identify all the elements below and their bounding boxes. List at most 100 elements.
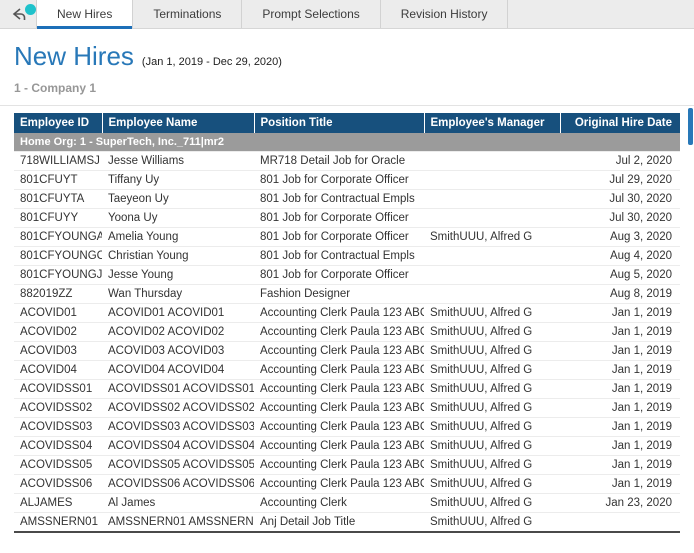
table-row[interactable]: ACOVIDSS05ACOVIDSS05 ACOVIDSS05Accountin… — [14, 455, 680, 474]
tab-label: New Hires — [57, 7, 112, 21]
table-row[interactable]: 882019ZZWan ThursdayFashion DesignerAug … — [14, 284, 680, 303]
cell-employee-id: 801CFYOUNGJ — [14, 265, 102, 284]
cell-employees-manager: SmithUUU, Alfred G — [424, 227, 560, 246]
title-line: New Hires (Jan 1, 2019 - Dec 29, 2020) — [14, 41, 680, 71]
tab-prompt-selections[interactable]: Prompt Selections — [242, 0, 380, 28]
page-header: New Hires (Jan 1, 2019 - Dec 29, 2020) 1… — [0, 29, 694, 106]
table-row[interactable]: ACOVID01ACOVID01 ACOVID01Accounting Cler… — [14, 303, 680, 322]
table-row[interactable]: ACOVIDSS01ACOVIDSS01 ACOVIDSS01Accountin… — [14, 379, 680, 398]
cell-position-title: Accounting Clerk Paula 123 ABC — [254, 398, 424, 417]
tab-new-hires[interactable]: New Hires — [36, 0, 133, 28]
cell-employee-name: ACOVID03 ACOVID03 — [102, 341, 254, 360]
cell-employees-manager: SmithUUU, Alfred G — [424, 474, 560, 493]
cell-employee-id: ACOVIDSS03 — [14, 417, 102, 436]
table-row[interactable]: 801CFUYYYoona Uy801 Job for Corporate Of… — [14, 208, 680, 227]
cell-employees-manager: SmithUUU, Alfred G — [424, 398, 560, 417]
table-row[interactable]: ACOVIDSS06ACOVIDSS06 ACOVIDSS06Accountin… — [14, 474, 680, 493]
column-header-employees-manager[interactable]: Employee's Manager — [424, 113, 560, 133]
cell-position-title: 801 Job for Corporate Officer — [254, 227, 424, 246]
cell-employees-manager — [424, 189, 560, 208]
cell-employee-name: Al James — [102, 493, 254, 512]
tab-label: Prompt Selections — [262, 7, 359, 21]
table-row[interactable]: ACOVIDSS03ACOVIDSS03 ACOVIDSS03Accountin… — [14, 417, 680, 436]
table-header-row: Employee IDEmployee NamePosition TitleEm… — [14, 113, 680, 133]
cell-employee-name: Taeyeon Uy — [102, 189, 254, 208]
table-row[interactable]: 801CFUYTATaeyeon Uy801 Job for Contractu… — [14, 189, 680, 208]
table-row[interactable]: AMSSNERN01AMSSNERN01 AMSSNERN01Anj Detai… — [14, 512, 680, 531]
cell-position-title: Accounting Clerk Paula 123 ABC — [254, 474, 424, 493]
group-header-label: Home Org: 1 - SuperTech, Inc._711|mr2 — [14, 133, 680, 151]
cell-original-hire-date: Jul 2, 2020 — [560, 151, 680, 170]
cell-employee-id: ACOVIDSS05 — [14, 455, 102, 474]
column-header-position-title[interactable]: Position Title — [254, 113, 424, 133]
table-row[interactable]: ACOVID03ACOVID03 ACOVID03Accounting Cler… — [14, 341, 680, 360]
tab-revision-history[interactable]: Revision History — [381, 0, 509, 28]
cell-employees-manager: SmithUUU, Alfred G — [424, 493, 560, 512]
cell-position-title: 801 Job for Contractual Empls — [254, 246, 424, 265]
table-row[interactable]: ACOVID02ACOVID02 ACOVID02Accounting Cler… — [14, 322, 680, 341]
cell-employee-name: AMSSNERN01 AMSSNERN01 — [102, 512, 254, 531]
cell-employee-name: ACOVIDSS04 ACOVIDSS04 — [102, 436, 254, 455]
table-row[interactable]: 801CFYOUNGAAmelia Young801 Job for Corpo… — [14, 227, 680, 246]
table-row[interactable]: ALJAMESAl JamesAccounting ClerkSmithUUU,… — [14, 493, 680, 512]
table-row[interactable]: 801CFUYTTiffany Uy801 Job for Corporate … — [14, 170, 680, 189]
cell-position-title: Accounting Clerk Paula 123 ABC — [254, 436, 424, 455]
cell-original-hire-date: Jan 1, 2019 — [560, 379, 680, 398]
cell-employee-id: 801CFUYT — [14, 170, 102, 189]
table-row[interactable]: 718WILLIAMSJJesse WilliamsMR718 Detail J… — [14, 151, 680, 170]
cell-employee-name: Wan Thursday — [102, 284, 254, 303]
column-header-original-hire-date[interactable]: Original Hire Date — [560, 113, 680, 133]
cell-employee-name: ACOVIDSS05 ACOVIDSS05 — [102, 455, 254, 474]
cell-original-hire-date: Jan 1, 2019 — [560, 303, 680, 322]
teal-notification-dot — [25, 4, 36, 15]
tab-terminations[interactable]: Terminations — [133, 0, 242, 28]
cell-employees-manager: SmithUUU, Alfred G — [424, 360, 560, 379]
cell-original-hire-date: Jan 1, 2019 — [560, 436, 680, 455]
cell-original-hire-date — [560, 512, 680, 531]
cell-position-title: 801 Job for Corporate Officer — [254, 170, 424, 189]
table-row[interactable]: 801CFYOUNGJJesse Young801 Job for Corpor… — [14, 265, 680, 284]
table-row[interactable]: 801CFYOUNGCChristian Young801 Job for Co… — [14, 246, 680, 265]
tab-label: Revision History — [401, 7, 488, 21]
cell-employee-id: ACOVID04 — [14, 360, 102, 379]
column-header-employee-name[interactable]: Employee Name — [102, 113, 254, 133]
cell-employee-name: ACOVIDSS01 ACOVIDSS01 — [102, 379, 254, 398]
cell-employees-manager: SmithUUU, Alfred G — [424, 417, 560, 436]
cell-original-hire-date: Jul 30, 2020 — [560, 189, 680, 208]
scrollbar-thumb[interactable] — [688, 108, 693, 145]
cell-position-title: Accounting Clerk Paula 123 ABC — [254, 322, 424, 341]
table-row[interactable]: ACOVID04ACOVID04 ACOVID04Accounting Cler… — [14, 360, 680, 379]
cell-employees-manager: SmithUUU, Alfred G — [424, 436, 560, 455]
cell-employee-name: Yoona Uy — [102, 208, 254, 227]
cell-employee-name: ACOVID04 ACOVID04 — [102, 360, 254, 379]
tab-bar: New Hires Terminations Prompt Selections Re… — [0, 0, 694, 29]
date-range: (Jan 1, 2019 - Dec 29, 2020) — [142, 56, 282, 68]
cell-position-title: Accounting Clerk Paula 123 ABC — [254, 303, 424, 322]
cell-employee-id: 801CFUYTA — [14, 189, 102, 208]
cell-employee-name: ACOVIDSS03 ACOVIDSS03 — [102, 417, 254, 436]
group-header-row: Home Org: 1 - SuperTech, Inc._711|mr2 — [14, 133, 680, 151]
table-row[interactable]: ACOVIDSS04ACOVIDSS04 ACOVIDSS04Accountin… — [14, 436, 680, 455]
company-subtitle: 1 - Company 1 — [14, 81, 680, 95]
cell-employee-name: ACOVIDSS06 ACOVIDSS06 — [102, 474, 254, 493]
cell-employees-manager — [424, 284, 560, 303]
table-body: Home Org: 1 - SuperTech, Inc._711|mr2 71… — [14, 133, 680, 531]
cell-employee-id: ACOVIDSS01 — [14, 379, 102, 398]
cell-employee-id: 718WILLIAMSJ — [14, 151, 102, 170]
column-header-employee-id[interactable]: Employee ID — [14, 113, 102, 133]
cell-employee-id: ACOVIDSS04 — [14, 436, 102, 455]
cell-employee-name: ACOVIDSS02 ACOVIDSS02 — [102, 398, 254, 417]
cell-position-title: Accounting Clerk Paula 123 ABC — [254, 417, 424, 436]
cell-original-hire-date: Jan 1, 2019 — [560, 455, 680, 474]
cell-original-hire-date: Jan 1, 2019 — [560, 474, 680, 493]
cell-original-hire-date: Aug 5, 2020 — [560, 265, 680, 284]
back-button[interactable] — [0, 0, 36, 28]
cell-employee-id: ACOVIDSS06 — [14, 474, 102, 493]
cell-original-hire-date: Jul 30, 2020 — [560, 208, 680, 227]
cell-employee-id: ACOVID02 — [14, 322, 102, 341]
table-row[interactable]: ACOVIDSS02ACOVIDSS02 ACOVIDSS02Accountin… — [14, 398, 680, 417]
cell-employees-manager — [424, 208, 560, 227]
cell-employees-manager — [424, 246, 560, 265]
cell-original-hire-date: Jan 1, 2019 — [560, 322, 680, 341]
cell-employee-id: AMSSNERN01 — [14, 512, 102, 531]
